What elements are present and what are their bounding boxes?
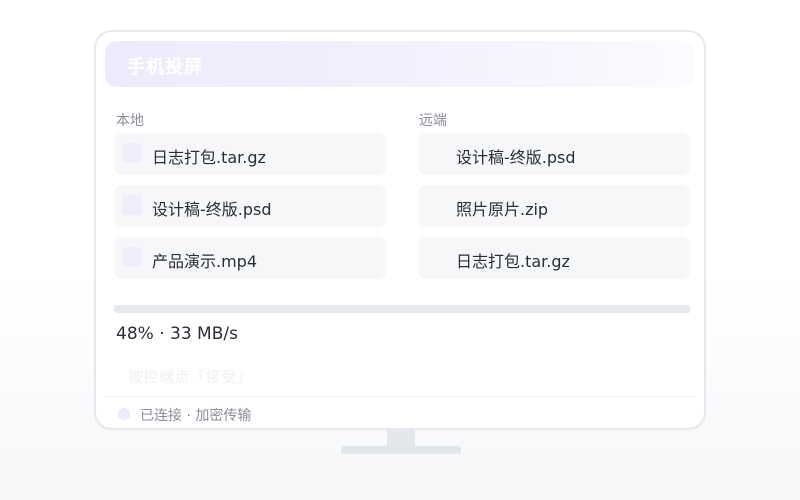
local-column-label: 本地 [116,113,144,129]
connection-status-text: 已连接 · 加密传输 [140,408,252,424]
connection-status-dot-icon [118,408,130,420]
footer-divider [106,396,696,397]
local-file-item[interactable]: 日志打包.tar.gz [114,133,386,175]
monitor-stand-neck [387,430,415,446]
transfer-progress-bar [114,305,690,313]
local-file-item[interactable]: 产品演示.mp4 [114,237,386,279]
file-thumbnail-icon [122,247,142,267]
transfer-progress-fill [114,305,391,313]
remote-file-item[interactable]: 照片原片.zip [418,185,690,227]
file-thumbnail-icon [122,195,142,215]
monitor-stand-base [341,446,461,454]
file-thumbnail-icon [122,143,142,163]
file-name: 日志打包.tar.gz [456,252,570,271]
remote-file-item[interactable]: 设计稿-终版.psd [418,133,690,175]
local-file-item[interactable]: 设计稿-终版.psd [114,185,386,227]
file-name: 产品演示.mp4 [152,252,258,271]
monitor-frame: 手机投屏 本地 远端 日志打包.tar.gz 设计稿-终版.psd 产品演示.m… [94,30,706,430]
transfer-progress-text: 48% · 33 MB/s [116,324,238,344]
file-name: 设计稿-终版.psd [152,200,272,219]
title-bar: 手机投屏 [105,41,695,87]
remote-column-label: 远端 [419,113,447,129]
file-name: 照片原片.zip [456,200,549,219]
accept-prompt: 被控端点「接受」 [128,368,253,386]
screen-stage: 手机投屏 本地 远端 日志打包.tar.gz 设计稿-终版.psd 产品演示.m… [0,0,800,500]
file-name: 设计稿-终版.psd [456,148,576,167]
remote-file-item[interactable]: 日志打包.tar.gz [418,237,690,279]
window-title: 手机投屏 [127,57,203,78]
file-name: 日志打包.tar.gz [152,148,266,167]
